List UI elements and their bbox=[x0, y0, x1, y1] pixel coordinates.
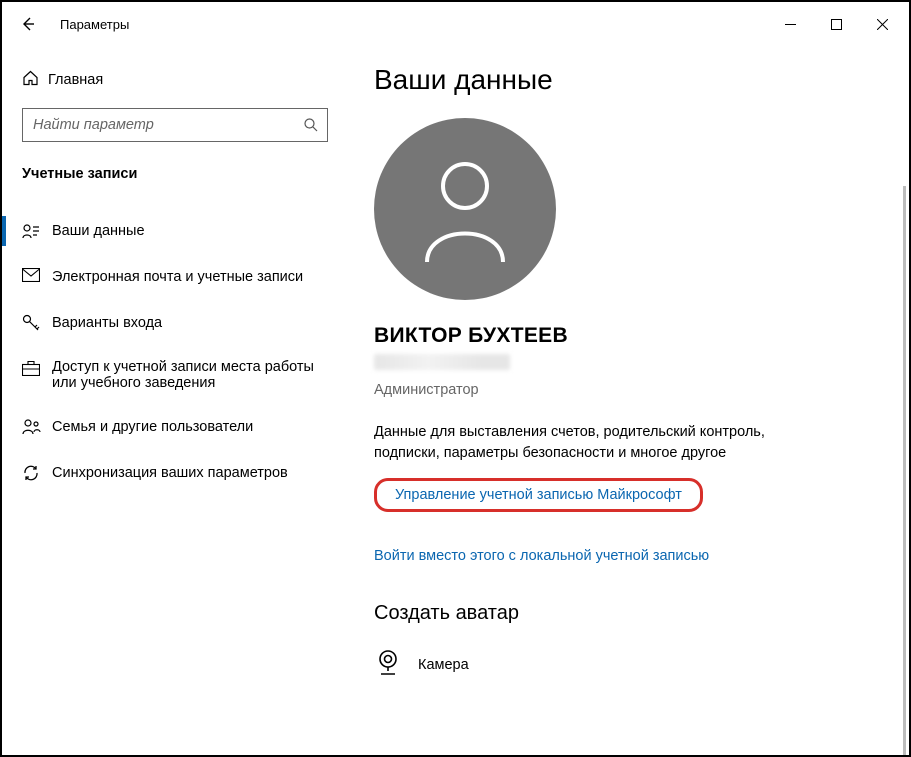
account-description: Данные для выставления счетов, родительс… bbox=[374, 422, 794, 464]
sidebar-item-label: Семья и другие пользователи bbox=[52, 419, 253, 435]
home-label: Главная bbox=[48, 72, 103, 88]
scrollbar[interactable] bbox=[903, 186, 906, 755]
person-icon bbox=[415, 154, 515, 264]
mail-icon bbox=[22, 268, 40, 286]
back-button[interactable] bbox=[10, 6, 46, 42]
user-role: Администратор bbox=[374, 382, 879, 398]
minimize-icon bbox=[785, 19, 796, 30]
close-button[interactable] bbox=[859, 9, 905, 39]
create-avatar-title: Создать аватар bbox=[374, 602, 879, 625]
sidebar-item-signin-options[interactable]: Варианты входа bbox=[2, 300, 348, 346]
window-controls bbox=[767, 9, 905, 39]
camera-label: Камера bbox=[418, 657, 469, 673]
sign-in-local-account-link[interactable]: Войти вместо этого с локальной учетной з… bbox=[374, 548, 879, 564]
main-panel: Ваши данные ВИКТОР БУХТЕЕВ Администратор… bbox=[348, 46, 909, 755]
search-input[interactable] bbox=[33, 117, 303, 133]
page-title: Ваши данные bbox=[374, 64, 879, 96]
nav-list: Ваши данные Электронная почта и учетные … bbox=[2, 198, 348, 496]
settings-window: Параметры Главная bbox=[0, 0, 911, 757]
sidebar: Главная Учетные записи Ваши данные bbox=[2, 46, 348, 755]
key-icon bbox=[22, 314, 40, 336]
sidebar-item-your-info[interactable]: Ваши данные bbox=[2, 208, 348, 254]
camera-option[interactable]: Камера bbox=[374, 643, 879, 710]
arrow-left-icon bbox=[20, 16, 36, 32]
section-label: Учетные записи bbox=[2, 154, 348, 198]
minimize-button[interactable] bbox=[767, 9, 813, 39]
sidebar-item-label: Ваши данные bbox=[52, 223, 145, 239]
user-email-redacted bbox=[374, 354, 510, 370]
window-title: Параметры bbox=[60, 17, 129, 32]
sidebar-item-label: Варианты входа bbox=[52, 315, 162, 331]
search-icon bbox=[303, 117, 319, 133]
sidebar-item-family[interactable]: Семья и другие пользователи bbox=[2, 404, 348, 450]
person-card-icon bbox=[22, 222, 40, 244]
sidebar-item-label: Электронная почта и учетные записи bbox=[52, 269, 303, 285]
search-box[interactable] bbox=[22, 108, 328, 142]
search-wrap bbox=[2, 98, 348, 154]
sync-icon bbox=[22, 464, 40, 486]
close-icon bbox=[877, 19, 888, 30]
user-name: ВИКТОР БУХТЕЕВ bbox=[374, 324, 879, 348]
people-icon bbox=[22, 418, 41, 439]
home-icon bbox=[22, 70, 39, 91]
content-area: Главная Учетные записи Ваши данные bbox=[2, 46, 909, 755]
sidebar-item-label: Доступ к учетной записи места работы или… bbox=[52, 359, 328, 391]
camera-icon bbox=[374, 649, 402, 680]
maximize-button[interactable] bbox=[813, 9, 859, 39]
home-link[interactable]: Главная bbox=[2, 62, 348, 98]
titlebar: Параметры bbox=[2, 2, 909, 46]
avatar bbox=[374, 118, 556, 300]
sidebar-item-label: Синхронизация ваших параметров bbox=[52, 465, 288, 481]
sidebar-item-sync[interactable]: Синхронизация ваших параметров bbox=[2, 450, 348, 496]
maximize-icon bbox=[831, 19, 842, 30]
sidebar-item-work-school[interactable]: Доступ к учетной записи места работы или… bbox=[2, 346, 348, 404]
briefcase-icon bbox=[22, 360, 40, 380]
sidebar-item-email-accounts[interactable]: Электронная почта и учетные записи bbox=[2, 254, 348, 300]
manage-microsoft-account-link[interactable]: Управление учетной записью Майкрософт bbox=[374, 478, 703, 512]
